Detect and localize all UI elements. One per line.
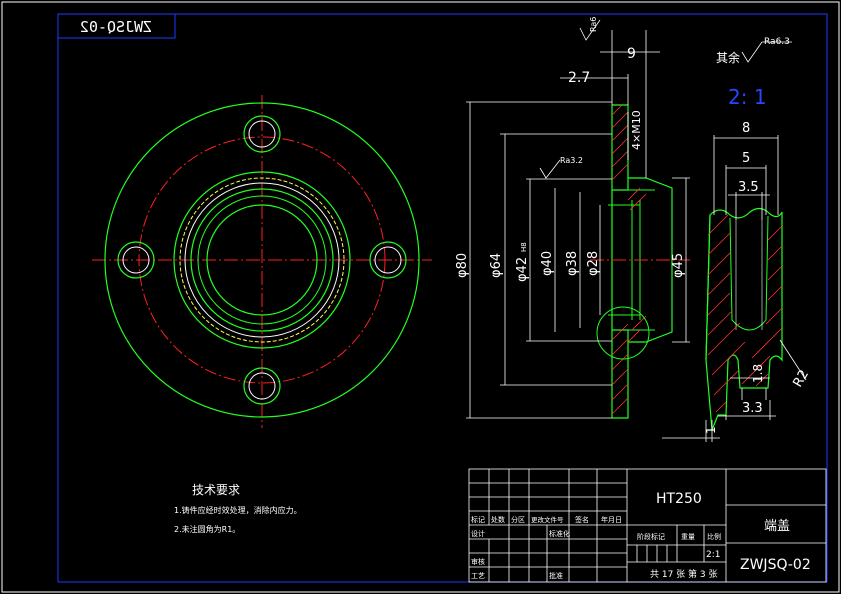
tb-marker: 标记 [471,515,485,524]
part-name: 端盖 [764,519,790,534]
roughness-top: Ra6 [589,17,598,32]
tech-req-line2: 2.未注圆角为R1。 [174,524,240,534]
drawing-no: ZWJSQ-02 [740,557,811,573]
tb-ratio-value: 2:1 [706,550,720,560]
tb-approve: 批准 [549,571,563,580]
dim-9: 9 [627,46,636,62]
dim-1-8: 1.8 [751,364,765,383]
tb-date: 年月日 [601,515,622,524]
tech-req-title: 技术要求 [192,483,240,497]
dim-r2: R2 [790,368,812,390]
tb-count: 处数 [491,515,505,524]
dim-phi80: φ80 [455,253,470,278]
tb-change-doc: 更改文件号 [531,515,564,524]
tb-design: 设计 [471,529,485,538]
dim-thread: 4×M10 [630,110,643,150]
tb-sheets: 共 17 张 第 3 张 [650,568,717,580]
dim-phi42-sub: H8 [520,242,528,252]
tb-process: 工艺 [471,572,485,580]
dim-phi42: φ42 [515,257,530,282]
dim-phi28: φ28 [586,251,601,276]
cad-drawing: ZWJSQ-02 Ra6 9 2.7 4×M10 Ra3.2 φ80 φ64 φ… [1,1,840,593]
tb-weight: 重量 [681,533,695,541]
dim-phi40: φ40 [540,251,555,276]
tb-review: 审核 [471,557,485,566]
inner-frame [57,13,828,583]
dim-5: 5 [742,151,750,166]
front-view [92,95,432,428]
dim-8: 8 [742,121,750,136]
dim-phi38: φ38 [565,251,580,276]
dim-2-7: 2.7 [568,70,590,86]
tech-req-line1: 1.铸件应经时效处理，消除内应力。 [174,505,302,515]
roughness-rest-value: Ra6.3 [764,37,790,47]
scale-label: 2: 1 [728,85,767,109]
mirrored-code: ZWJSQ-02 [80,18,152,36]
outer-frame [1,1,840,593]
side-section-view: Ra6 9 2.7 4×M10 Ra3.2 φ80 φ64 φ42 H8 φ40… [455,17,690,419]
detail-view: 8 5 3.5 1.8 3.3 1 R2 [662,121,812,442]
tb-signature: 签名 [575,515,589,524]
roughness-mid: Ra3.2 [560,156,583,165]
tb-stage: 阶段标记 [637,532,665,541]
dim-3-3: 3.3 [742,401,763,416]
tb-standardize: 标准化 [549,529,570,538]
dim-phi45: φ45 [671,253,686,278]
tb-ratio-label: 比例 [707,532,721,541]
dim-1: 1 [704,426,718,434]
dim-phi64: φ64 [489,253,504,278]
tb-zone: 分区 [511,515,525,524]
dim-3-5: 3.5 [738,180,759,195]
roughness-rest-label: 其余 [716,50,740,65]
material: HT250 [656,491,702,507]
